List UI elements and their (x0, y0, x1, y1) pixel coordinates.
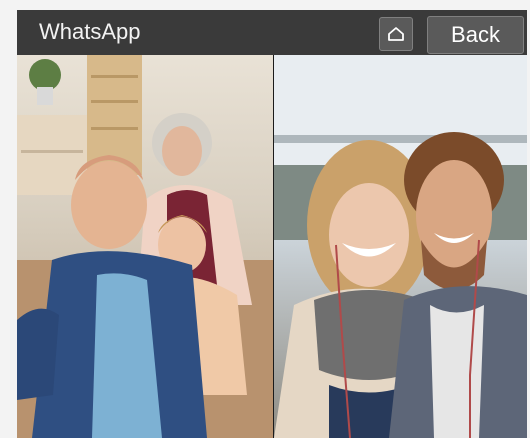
title-bar: WhatsApp Back (17, 10, 527, 55)
home-button[interactable] (379, 17, 413, 51)
participant-tile-couple[interactable] (274, 55, 527, 438)
video-call-window: WhatsApp Back (17, 10, 527, 438)
home-icon (388, 27, 404, 41)
participant-tile-family[interactable] (17, 55, 273, 438)
back-button[interactable]: Back (427, 16, 524, 54)
family-video-feed (17, 55, 273, 438)
app-title: WhatsApp (39, 19, 141, 44)
couple-video-feed (274, 55, 527, 438)
video-tiles (17, 55, 527, 438)
